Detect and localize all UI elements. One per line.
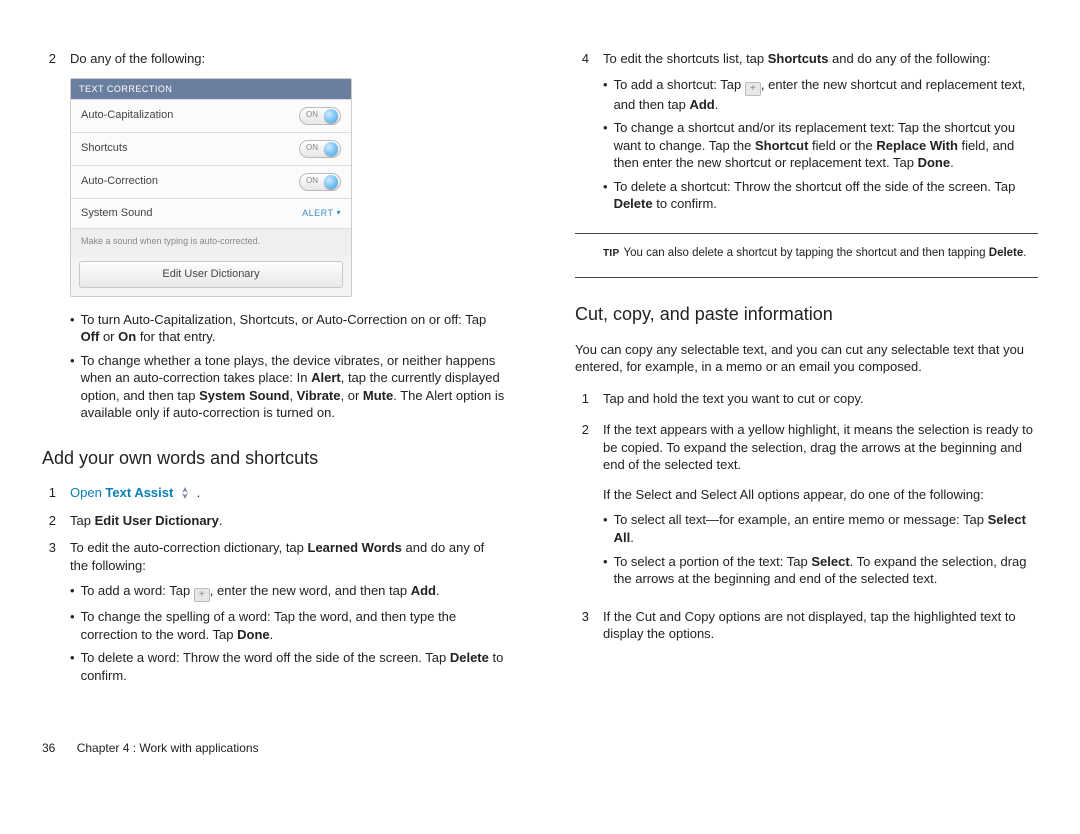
bullet-text: To select all text—for example, an entir…: [614, 511, 1038, 546]
bullet: • To turn Auto-Capitalization, Shortcuts…: [70, 311, 505, 346]
row-shortcuts: Shortcuts ON: [71, 132, 351, 165]
page-footer: 36 Chapter 4 : Work with applications: [0, 740, 1080, 756]
step-number: 3: [575, 608, 589, 643]
bullet: • To change the spelling of a word: Tap …: [70, 608, 505, 643]
step-number: 2: [42, 50, 56, 68]
step-text: Do any of the following:: [70, 50, 505, 68]
tip-label: TIP: [603, 248, 619, 259]
row-label: Auto-Correction: [81, 174, 158, 189]
row-auto-capitalization: Auto-Capitalization ON: [71, 99, 351, 132]
step-1: 1 Open Text Assist .: [42, 484, 505, 502]
chapter-label: Chapter 4 : Work with applications: [77, 741, 259, 755]
bullet: • To delete a word: Throw the word off t…: [70, 649, 505, 684]
bullet-dot: •: [603, 178, 608, 213]
plus-icon: +: [745, 82, 761, 96]
step-text: To edit the shortcuts list, tap Shortcut…: [603, 50, 1038, 219]
bullet-text: To change a shortcut and/or its replacem…: [614, 119, 1038, 172]
bullet-text: To add a word: Tap +, enter the new word…: [81, 582, 505, 602]
panel-hint: Make a sound when typing is auto-correct…: [71, 228, 351, 257]
left-column: 2 Do any of the following: TEXT CORRECTI…: [42, 50, 505, 740]
toggle-on[interactable]: ON: [299, 173, 341, 191]
toggle-knob: [324, 142, 338, 156]
bullet: • To select a portion of the text: Tap S…: [603, 553, 1038, 588]
step-text: Open Text Assist .: [70, 484, 505, 502]
right-column: 4 To edit the shortcuts list, tap Shortc…: [575, 50, 1038, 740]
bullet: • To change a shortcut and/or its replac…: [603, 119, 1038, 172]
tip-block: TIPYou can also delete a shortcut by tap…: [575, 244, 1038, 264]
step-2b: 2 Tap Edit User Dictionary.: [42, 512, 505, 530]
toggle-knob: [324, 109, 338, 123]
row-auto-correction: Auto-Correction ON: [71, 165, 351, 198]
page-number: 36: [42, 741, 55, 755]
toggle-on[interactable]: ON: [299, 107, 341, 125]
divider: [575, 233, 1038, 234]
row-label: Auto-Capitalization: [81, 108, 173, 123]
step2-bullets: • To turn Auto-Capitalization, Shortcuts…: [56, 311, 505, 422]
bullet-text: To change whether a tone plays, the devi…: [81, 352, 505, 422]
bullet-dot: •: [70, 352, 75, 422]
page-content: 2 Do any of the following: TEXT CORRECTI…: [0, 0, 1080, 740]
bullet-dot: •: [603, 511, 608, 546]
ccp-step-2: 2 If the text appears with a yellow high…: [575, 421, 1038, 593]
step-text: Tap and hold the text you want to cut or…: [603, 390, 1038, 408]
step-3: 3 To edit the auto-correction dictionary…: [42, 539, 505, 690]
bullet-dot: •: [603, 119, 608, 172]
heading-add-words: Add your own words and shortcuts: [42, 446, 505, 470]
step-text: To edit the auto-correction dictionary, …: [70, 539, 505, 690]
bullet-dot: •: [70, 311, 75, 346]
bullet: • To delete a shortcut: Throw the shortc…: [603, 178, 1038, 213]
step4-bullets: • To add a shortcut: Tap +, enter the ne…: [603, 76, 1038, 213]
bullet: • To add a word: Tap +, enter the new wo…: [70, 582, 505, 602]
step3-bullets: • To add a word: Tap +, enter the new wo…: [70, 582, 505, 684]
step-4: 4 To edit the shortcuts list, tap Shortc…: [575, 50, 1038, 219]
row-system-sound: System Sound ALERT▾: [71, 198, 351, 228]
ccp-step-1: 1 Tap and hold the text you want to cut …: [575, 390, 1038, 408]
panel-header: TEXT CORRECTION: [71, 79, 351, 99]
bullet-dot: •: [603, 553, 608, 588]
step2-subtext: If the Select and Select All options app…: [603, 486, 1038, 504]
chevron-down-icon: ▾: [336, 208, 341, 219]
bullet: • To add a shortcut: Tap +, enter the ne…: [603, 76, 1038, 114]
toggle-on[interactable]: ON: [299, 140, 341, 158]
step-number: 4: [575, 50, 589, 219]
bullet-text: To add a shortcut: Tap +, enter the new …: [614, 76, 1038, 114]
row-label: System Sound: [81, 206, 153, 221]
bullet-text: To delete a word: Throw the word off the…: [81, 649, 505, 684]
divider: [575, 277, 1038, 278]
step-number: 2: [42, 512, 56, 530]
bullet-text: To change the spelling of a word: Tap th…: [81, 608, 505, 643]
toggle-knob: [324, 175, 338, 189]
intro-paragraph: You can copy any selectable text, and yo…: [575, 341, 1038, 376]
bullet-text: To turn Auto-Capitalization, Shortcuts, …: [81, 311, 505, 346]
step-text: Tap Edit User Dictionary.: [70, 512, 505, 530]
open-link[interactable]: Open: [70, 485, 102, 500]
step-text: If the Cut and Copy options are not disp…: [603, 608, 1038, 643]
bullet-text: To select a portion of the text: Tap Sel…: [614, 553, 1038, 588]
step-number: 1: [42, 484, 56, 502]
bullet: • To change whether a tone plays, the de…: [70, 352, 505, 422]
row-label: Shortcuts: [81, 141, 127, 156]
alert-badge[interactable]: ALERT▾: [302, 207, 341, 219]
text-correction-panel: TEXT CORRECTION Auto-Capitalization ON S…: [70, 78, 352, 297]
step-number: 1: [575, 390, 589, 408]
heading-cut-copy-paste: Cut, copy, and paste information: [575, 302, 1038, 326]
step-text: If the text appears with a yellow highli…: [603, 421, 1038, 593]
step-2: 2 Do any of the following:: [42, 50, 505, 68]
edit-user-dictionary-button[interactable]: Edit User Dictionary: [79, 261, 343, 288]
bullet-dot: •: [70, 649, 75, 684]
text-assist-link[interactable]: Text Assist: [102, 485, 174, 500]
step-number: 2: [575, 421, 589, 593]
bullet-dot: •: [70, 608, 75, 643]
step-number: 3: [42, 539, 56, 690]
bullet-dot: •: [603, 76, 608, 114]
bullet: • To select all text—for example, an ent…: [603, 511, 1038, 546]
plus-icon: +: [194, 588, 210, 602]
bullet-text: To delete a shortcut: Throw the shortcut…: [614, 178, 1038, 213]
text-assist-icon: [178, 486, 192, 500]
bullet-dot: •: [70, 582, 75, 602]
ccp-step-3: 3 If the Cut and Copy options are not di…: [575, 608, 1038, 643]
ccp-bullets: • To select all text—for example, an ent…: [603, 511, 1038, 587]
